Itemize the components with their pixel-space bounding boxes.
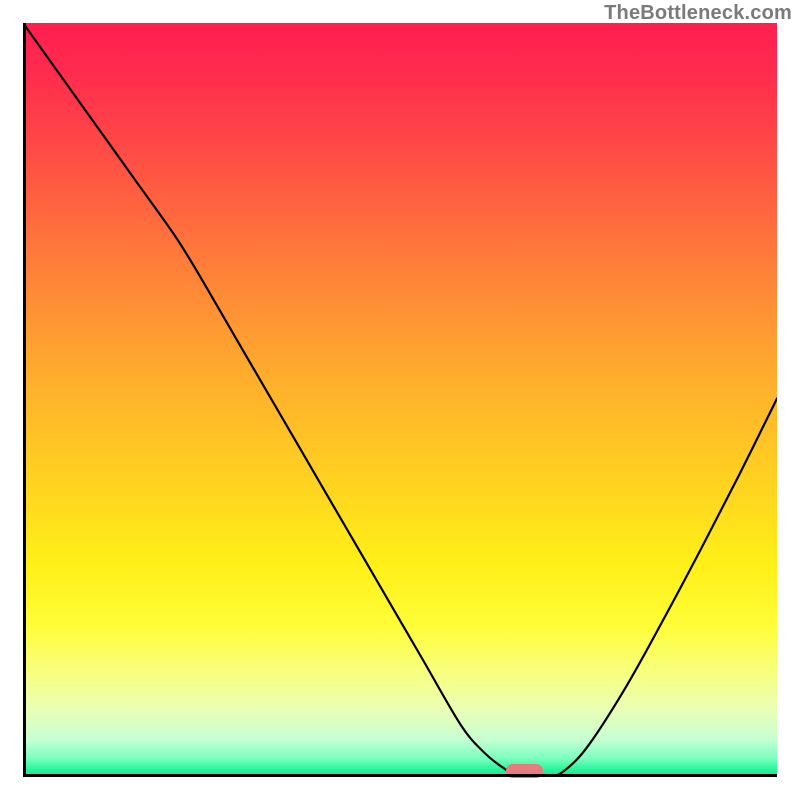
optimal-marker bbox=[506, 764, 542, 778]
watermark-text: TheBottleneck.com bbox=[604, 2, 792, 25]
plot-area bbox=[23, 23, 777, 777]
bottleneck-curve bbox=[23, 23, 777, 777]
curve-path bbox=[23, 23, 777, 777]
chart-canvas: TheBottleneck.com bbox=[0, 0, 800, 800]
